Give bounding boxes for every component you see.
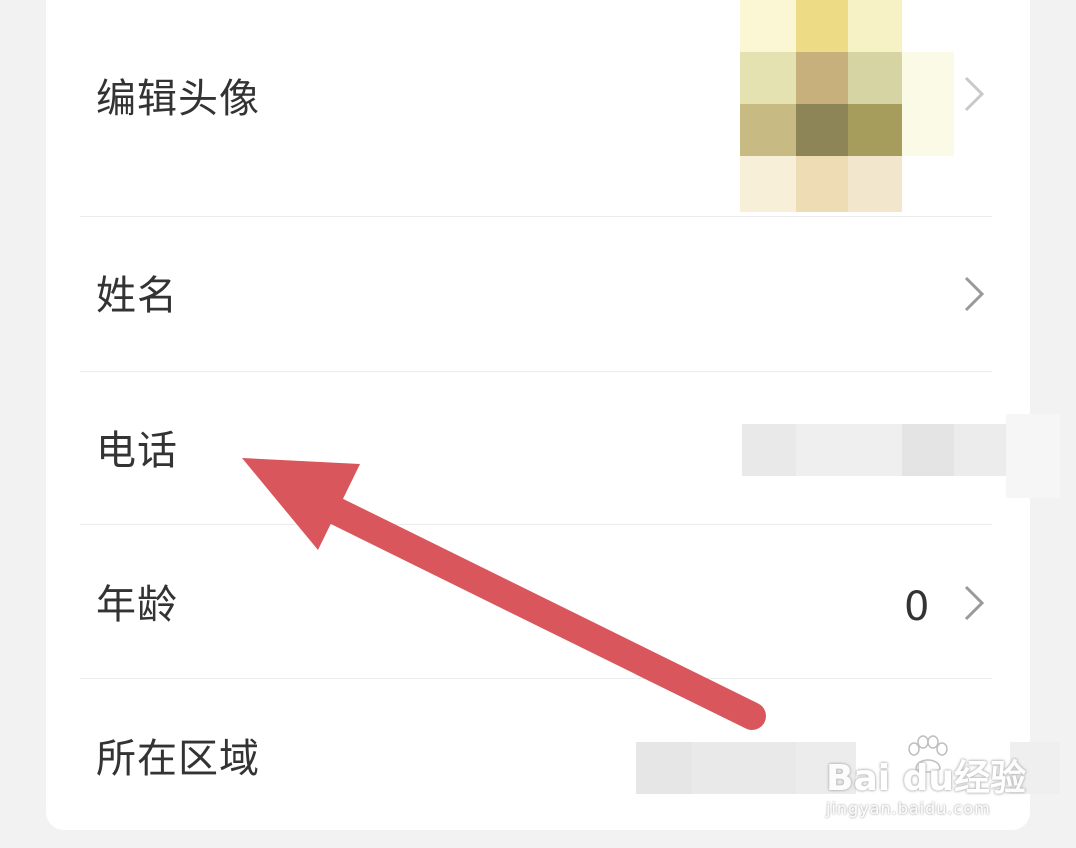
age-value: 0: [904, 584, 930, 630]
row-label-name: 姓名: [96, 273, 178, 319]
divider: [80, 216, 992, 217]
chevron-right-icon: [960, 583, 988, 623]
row-label-age: 年龄: [96, 582, 178, 628]
divider: [80, 524, 992, 525]
divider: [80, 371, 992, 372]
row-label-phone: 电话: [96, 428, 178, 474]
chevron-right-icon: [960, 74, 988, 114]
row-label-region: 所在区域: [96, 736, 260, 782]
watermark-brand: Bai du经验: [826, 758, 1027, 799]
divider: [80, 678, 992, 679]
row-label-edit-avatar: 编辑头像: [96, 76, 260, 122]
watermark-url: jingyan.baidu.com: [826, 799, 991, 818]
chevron-right-icon: [960, 274, 988, 314]
baidu-watermark: Bai du经验 jingyan.baidu.com: [820, 735, 1060, 830]
